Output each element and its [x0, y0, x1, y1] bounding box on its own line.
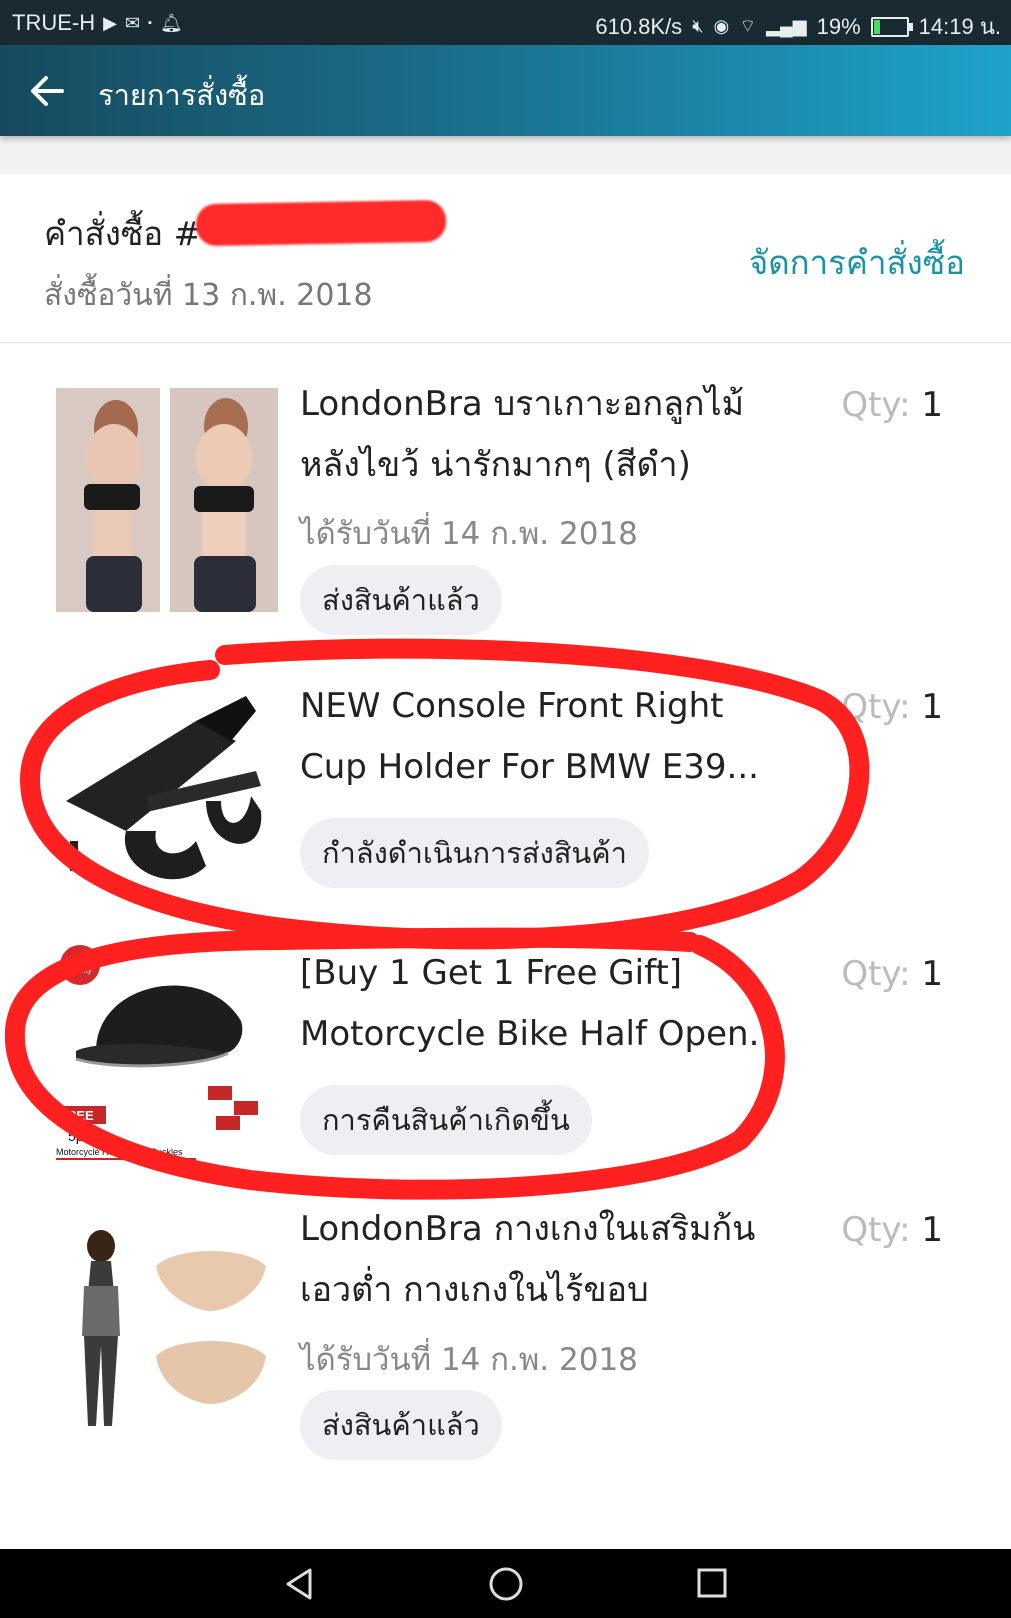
product-title[interactable]: LondonBra บราเกาะอกลูกไม้ หลังไขว้ น่ารั… [300, 374, 800, 496]
qty-value: 1 [921, 954, 943, 994]
signal-icon: ▂▄▆ [766, 16, 807, 36]
product-title-line: Motorcycle Bike Half Open. [300, 1014, 760, 1054]
notification-bell-icon: 🔔︎ [159, 12, 183, 33]
battery-percent: 19% [816, 13, 861, 39]
product-title-line: เอวต่ำ กางเกงในไร้ขอบ [300, 1270, 649, 1310]
product-title-line: LondonBra กางเกงในเสริมก้น [300, 1209, 756, 1249]
status-badge: การคืนสินค้าเกิดขึ้น [300, 1085, 592, 1155]
product-title-line: LondonBra บราเกาะอกลูกไม้ [300, 384, 745, 424]
order-items-list: LondonBra บราเกาะอกลูกไม้ หลังไขว้ น่ารั… [0, 343, 1011, 1549]
clock: 14:19 น. [918, 14, 1001, 39]
network-speed: 610.8K/s [595, 13, 683, 39]
product-title-line: หลังไขว้ น่ารักมากๆ (สีดำ) [300, 445, 691, 485]
received-date: ได้รับวันที่ 14 ก.พ. 2018 [300, 516, 638, 552]
play-store-icon: ▶ [103, 12, 117, 33]
nav-home-icon[interactable] [488, 1566, 524, 1602]
order-date: สั่งซื้อวันที่ 13 ก.พ. 2018 [44, 278, 373, 313]
order-item[interactable]: High quality FREE 5pcs Motorcycle Helmet… [0, 923, 1011, 1188]
status-badge: ส่งสินค้าแล้ว [300, 1390, 502, 1460]
order-item[interactable]: LondonBra บราเกาะอกลูกไม้ หลังไขว้ น่ารั… [0, 343, 1011, 653]
quantity: Qty: 1 [841, 1210, 943, 1250]
product-thumbnail-helmet[interactable]: High quality FREE 5pcs Motorcycle Helmet… [56, 941, 278, 1165]
product-title-line: [Buy 1 Get 1 Free Gift] [300, 953, 683, 993]
status-badge: ส่งสินค้าแล้ว [300, 565, 502, 635]
page-title: รายการสั่งซื้อ [98, 78, 266, 112]
badge-text: quality [68, 966, 91, 975]
qty-label: Qty: [841, 1210, 922, 1250]
free-text: FREE [59, 1108, 94, 1123]
order-item[interactable]: LondonBra กางเกงในเสริมก้น เอวต่ำ กางเกง… [0, 1188, 1011, 1549]
product-thumbnail-padded-panty[interactable] [56, 1226, 278, 1450]
status-badge: กำลังดำเนินการส่งสินค้า [300, 818, 649, 888]
qty-value: 1 [921, 385, 943, 425]
arrow-left-icon[interactable] [26, 69, 70, 113]
nav-recents-icon[interactable] [696, 1567, 728, 1599]
caption-text: Motorcycle Helmet Clip Buckles [56, 1147, 183, 1157]
quantity: Qty: 1 [841, 954, 943, 994]
quantity: Qty: 1 [841, 687, 943, 727]
qty-value: 1 [921, 1210, 943, 1250]
photo-lab-icon: ▪ [148, 17, 152, 29]
quantity: Qty: 1 [841, 385, 943, 425]
order-number: คำสั่งซื้อ # [44, 214, 202, 253]
qty-label: Qty: [841, 687, 922, 727]
order-header: คำสั่งซื้อ # สั่งซื้อวันที่ 13 ก.พ. 2018… [0, 174, 1011, 343]
manage-order-link[interactable]: จัดการคำสั่งซื้อ [749, 236, 965, 289]
app-bar: รายการสั่งซื้อ [0, 45, 1011, 136]
status-bar: TRUE-H ▶ ✉ ▪ 🔔︎ 610.8K/s 🔇︎ ◉ ⌔ ▂▄▆ 19% … [0, 0, 1011, 45]
product-title[interactable]: LondonBra กางเกงในเสริมก้น เอวต่ำ กางเกง… [300, 1199, 800, 1321]
pcs-text: 5pcs [68, 1128, 98, 1144]
qty-label: Qty: [841, 954, 922, 994]
received-date: ได้รับวันที่ 14 ก.พ. 2018 [300, 1342, 638, 1378]
system-nav-bar [0, 1549, 1011, 1618]
carrier-label: TRUE-H [12, 10, 96, 35]
mail-icon: ✉ [124, 12, 141, 33]
redaction-scribble [195, 199, 447, 247]
product-thumbnail-bra[interactable] [56, 388, 278, 612]
nav-back-icon[interactable] [282, 1567, 316, 1601]
order-item[interactable]: NEW Console Front Right Cup Holder For B… [0, 653, 1011, 923]
battery-icon [870, 16, 913, 37]
product-title[interactable]: [Buy 1 Get 1 Free Gift] Motorcycle Bike … [300, 943, 800, 1065]
wifi-icon: ⌔ [739, 16, 757, 36]
qty-value: 1 [921, 687, 943, 727]
product-title-line: NEW Console Front Right [300, 686, 724, 726]
product-title-line: Cup Holder For BMW E39... [300, 747, 759, 787]
qty-label: Qty: [841, 385, 922, 425]
product-title[interactable]: NEW Console Front Right Cup Holder For B… [300, 676, 800, 798]
badge-text: High [71, 954, 90, 964]
mute-icon: 🔇︎ [692, 16, 704, 36]
eye-comfort-icon: ◉ [713, 16, 730, 36]
product-thumbnail-cup-holder[interactable] [56, 681, 278, 905]
